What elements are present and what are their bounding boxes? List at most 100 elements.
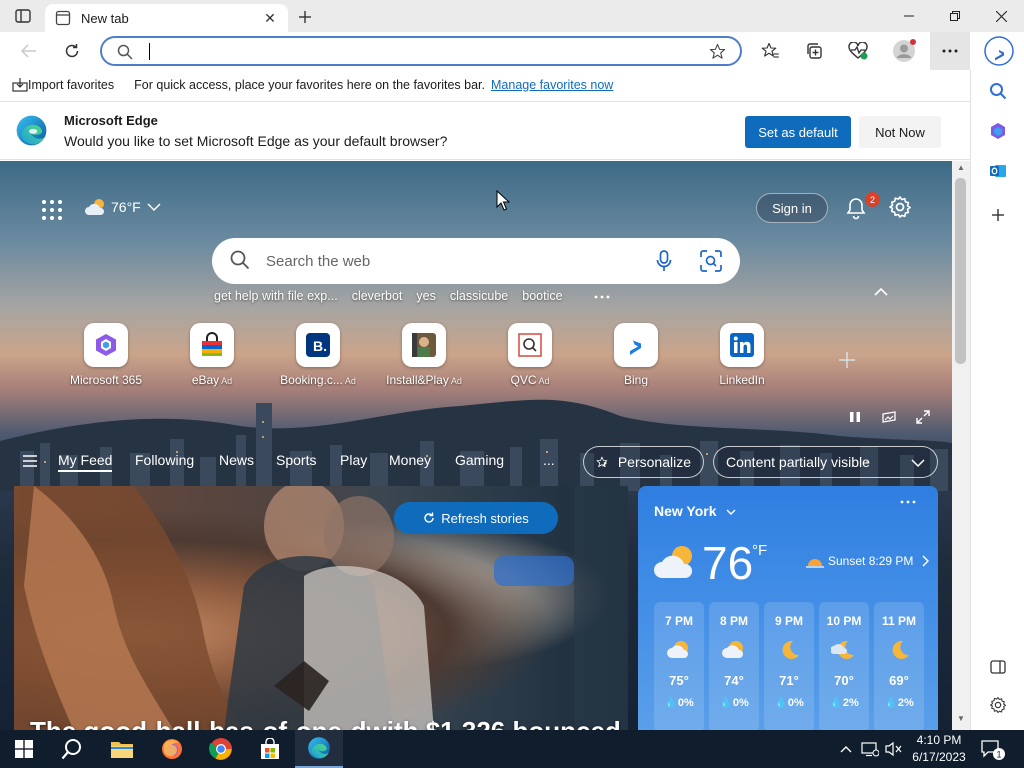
background-info-button[interactable] [879,407,899,427]
quick-link-microsoft-365[interactable]: Microsoft 365 [51,323,161,387]
personalize-button[interactable]: Personalize [583,446,704,478]
not-now-button[interactable]: Not Now [859,116,941,148]
quick-link-install-play[interactable]: Install&Play Ad [369,323,479,387]
sign-in-button[interactable]: Sign in [756,193,828,223]
profile-button[interactable] [889,36,919,66]
feed-tab-play[interactable]: Play [340,452,367,468]
add-favorite-star-icon[interactable] [709,43,726,60]
feed-tab-money[interactable]: Money [389,452,431,468]
taskbar-file-explorer[interactable] [98,730,146,768]
sidebar-outlook-button[interactable] [983,156,1013,186]
scroll-up-arrow-icon[interactable]: ▲ [955,163,967,173]
trending-item[interactable]: classicube [450,289,508,305]
back-button[interactable] [14,36,44,66]
pause-background-button[interactable] [845,407,865,427]
sidebar-split-screen-button[interactable] [983,652,1013,682]
hourly-forecast-item[interactable]: 10 PM 70° 💧2% [819,602,869,730]
more-dots-icon[interactable] [900,500,916,504]
trending-item[interactable]: bootice [522,289,562,305]
taskbar-search-button[interactable] [48,730,96,768]
weather-summary-button[interactable]: 76°F [84,197,161,217]
tab-close-icon[interactable]: ✕ [262,10,278,26]
sun-cloud-icon [85,199,105,215]
taskbar-clock[interactable]: 4:10 PM 6/17/2023 [908,732,970,766]
quick-link-bing[interactable]: Bing [581,323,691,387]
web-search-box[interactable] [212,238,740,284]
feed-tab-following[interactable]: Following [135,452,194,468]
sunset-info[interactable]: Sunset 8:29 PM [806,554,930,568]
collections-button[interactable] [799,36,829,66]
sidebar-search-button[interactable] [983,76,1013,106]
action-center-button[interactable]: 1 [980,738,1006,762]
start-button[interactable] [0,730,48,768]
network-icon[interactable] [860,738,880,760]
feed-tab-my-feed[interactable]: My Feed [58,452,113,472]
sidebar-add-button[interactable] [983,200,1013,230]
taskbar-edge[interactable] [295,730,343,768]
scroll-down-arrow-icon[interactable]: ▼ [955,714,967,724]
hourly-forecast-item[interactable]: 7 PM 75° 💧0% [654,602,704,730]
quick-link-booking[interactable]: B. Booking.c... Ad [263,323,373,387]
moon-icon [782,640,799,659]
manage-favorites-link[interactable]: Manage favorites now [491,78,613,92]
show-hidden-icons-chevron-up-icon[interactable] [836,738,856,760]
hamburger-menu-icon[interactable] [22,454,38,468]
feed-more-button[interactable]: ... [543,452,555,468]
browser-essentials-button[interactable] [843,36,873,66]
web-search-input[interactable] [266,250,626,272]
favorites-button[interactable] [755,36,785,66]
taskbar-firefox[interactable] [148,730,196,768]
tab-title: New tab [81,10,129,26]
visual-search-icon[interactable] [700,250,722,272]
moon-cloud-icon [830,640,854,659]
tab-actions-menu-button[interactable] [8,5,38,27]
feed-tab-gaming[interactable]: Gaming [455,452,504,468]
quick-link-linkedin[interactable]: LinkedIn [687,323,797,387]
page-settings-gear-icon[interactable] [888,195,912,219]
trending-item[interactable]: get help with file exp... [214,289,338,305]
restore-icon [950,11,960,21]
weather-card[interactable]: New York 76 °F Sunset 8:29 PM 7 PM 75° 💧… [638,486,938,730]
taskbar-microsoft-store[interactable] [246,730,294,768]
quick-link-ebay[interactable]: eBay Ad [157,323,267,387]
quick-link-qvc[interactable]: QVC Ad [475,323,585,387]
more-dots-icon[interactable] [593,289,611,305]
refresh-button[interactable] [57,36,87,66]
set-as-default-button[interactable]: Set as default [745,116,851,148]
chevron-up-icon[interactable] [873,285,889,299]
forecast-temp: 71° [779,673,799,688]
minimize-button[interactable] [886,0,932,32]
apps-launcher-icon[interactable] [40,198,64,222]
tab-new-tab[interactable]: New tab ✕ [45,4,288,32]
scrollbar-thumb[interactable] [955,178,966,364]
microphone-icon[interactable] [656,250,672,272]
banner-title: Microsoft Edge [64,113,158,128]
hourly-forecast-item[interactable]: 8 PM 74° 💧0% [709,602,759,730]
bing-copilot-button[interactable] [982,34,1016,68]
refresh-stories-button[interactable]: Refresh stories [394,502,558,534]
hourly-forecast-item[interactable]: 11 PM 69° 💧2% [874,602,924,730]
import-favorites-button[interactable]: Import favorites [12,78,114,92]
settings-and-more-button[interactable] [930,32,970,70]
trending-item[interactable]: cleverbot [352,289,403,305]
weather-location-dropdown[interactable]: New York [654,503,736,519]
sidebar-m365-button[interactable] [983,116,1013,146]
address-input[interactable] [152,41,692,61]
hero-headline[interactable]: The good-ball-bas-of-one-dwith $1,326 bo… [30,716,621,730]
feed-tab-news[interactable]: News [219,452,254,468]
booking-logo-icon: B. [306,333,330,357]
hourly-forecast-item[interactable]: 9 PM 71° 💧0% [764,602,814,730]
feed-tab-sports[interactable]: Sports [276,452,316,468]
new-tab-button[interactable] [292,6,318,28]
sidebar-settings-button[interactable] [983,690,1013,720]
content-visibility-dropdown[interactable]: Content partially visible [713,446,938,478]
taskbar-chrome[interactable] [197,730,245,768]
volume-muted-icon[interactable] [884,738,904,760]
add-quick-link-button[interactable] [836,349,858,371]
trending-item[interactable]: yes [416,289,435,305]
address-bar[interactable] [100,36,742,66]
expand-background-button[interactable] [913,407,933,427]
close-window-button[interactable] [978,0,1024,32]
restore-button[interactable] [932,0,978,32]
title-bar: New tab ✕ [0,0,1024,32]
